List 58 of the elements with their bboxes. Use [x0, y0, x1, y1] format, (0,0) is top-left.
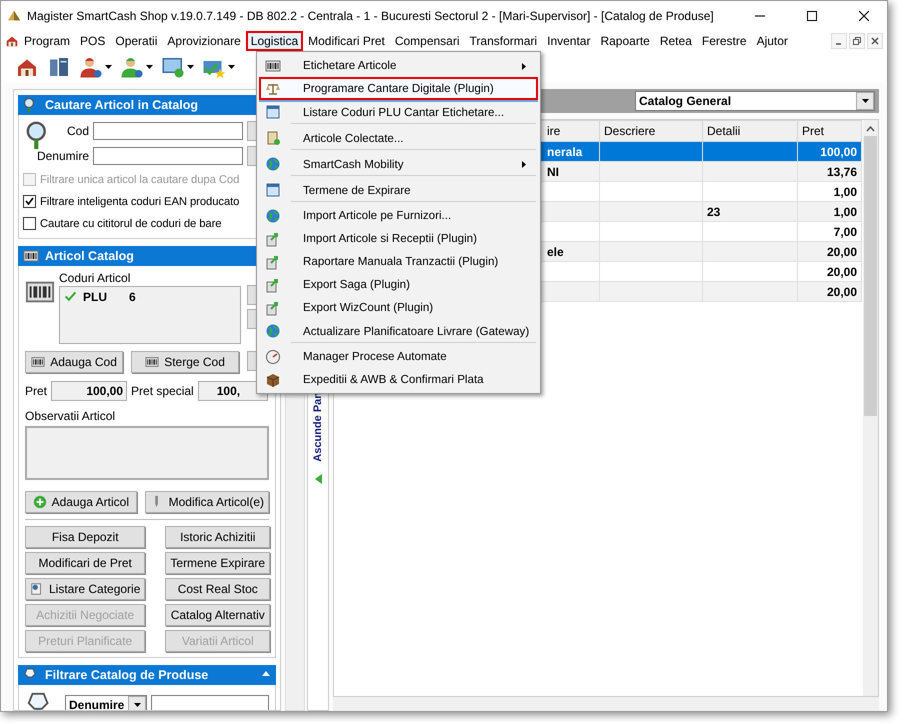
- menu-bar-item[interactable]: Operatii: [110, 31, 162, 51]
- action-button[interactable]: Fisa Depozit: [25, 526, 146, 548]
- action-button[interactable]: Cost Real Stoc: [165, 578, 270, 600]
- window-title: Magister SmartCash Shop v.19.0.7.149 - DB 802.2 - Centrala - 1 - Bucuresti Sectorul 2 - [Mari-Supervisor] - [Catalog de Produse]: [27, 9, 715, 23]
- table-cell: 20,00: [798, 282, 862, 302]
- catalog-dropdown[interactable]: Catalog General: [635, 91, 875, 111]
- table-cell: 1,00: [798, 202, 862, 222]
- menu-item[interactable]: Etichetare Articole: [259, 54, 538, 77]
- code-type: PLU: [83, 290, 108, 304]
- menu-item[interactable]: Manager Procese Automate: [259, 345, 538, 368]
- table-cell: 20,00: [798, 242, 862, 262]
- menu-bar-item[interactable]: Transformari: [464, 31, 542, 51]
- checkbox-label: Filtrare unica articol la cautare dupa Cod: [40, 174, 240, 186]
- menu-bar-item[interactable]: Retea: [654, 31, 697, 51]
- menu-item[interactable]: Export Saga (Plugin): [259, 273, 538, 296]
- menu-bar-item[interactable]: Aprovizionare: [162, 31, 246, 51]
- action-button[interactable]: Modificari de Pret: [25, 552, 146, 574]
- field-label: Cod: [66, 124, 89, 138]
- menu-bar-item[interactable]: Ajutor: [752, 31, 793, 51]
- price-field: 100,00: [51, 381, 128, 401]
- column-header[interactable]: Detalii: [702, 120, 798, 142]
- action-button[interactable]: Listare Categorie: [25, 578, 146, 600]
- code-value: 6: [129, 290, 136, 304]
- menu-bar-item[interactable]: Rapoarte: [595, 31, 655, 51]
- code-button[interactable]: Sterge Cod: [131, 351, 239, 373]
- menu-item[interactable]: Export WizCount (Plugin): [259, 296, 538, 319]
- action-button[interactable]: Catalog Alternativ: [165, 604, 270, 626]
- article-button[interactable]: Adauga Articol: [25, 491, 137, 513]
- menu-item[interactable]: Programare Cantare Digitale (Plugin): [259, 77, 538, 100]
- price-label: Pret: [25, 384, 48, 398]
- menu-bar-item[interactable]: Compensari: [390, 31, 465, 51]
- action-button[interactable]: Istoric Achizitii: [165, 526, 270, 548]
- menu-bar-item[interactable]: Program: [19, 31, 76, 51]
- panel-title: Cautare Articol in Catalog: [45, 98, 198, 112]
- field-label: Denumire: [36, 149, 89, 163]
- code-button[interactable]: Adauga Cod: [25, 351, 124, 373]
- codes-label: Coduri Articol: [59, 271, 132, 285]
- panel-title: Articol Catalog: [45, 249, 134, 263]
- table-cell: 13,76: [798, 162, 862, 182]
- column-header[interactable]: Descriere: [600, 120, 702, 142]
- menu-bar-item[interactable]: Inventar: [542, 31, 596, 51]
- article-button[interactable]: Modifica Articol(e): [144, 491, 269, 513]
- checkbox-label: Cautare cu cititorul de coduri de bare: [40, 218, 222, 230]
- table-cell: 23: [702, 202, 798, 222]
- panel-title: Filtrare Catalog de Produse: [45, 668, 208, 682]
- menu-item[interactable]: Import Articole pe Furnizori...: [259, 204, 538, 227]
- menu-bar-item[interactable]: Logistica: [246, 31, 304, 51]
- action-button[interactable]: Termene Expirare: [165, 552, 270, 574]
- menu-bar-item[interactable]: Ferestre: [696, 31, 752, 51]
- table-cell: 100,00: [798, 142, 862, 162]
- menu-bar-item[interactable]: Modificari Pret: [303, 31, 390, 51]
- notes-label: Observatii Articol: [25, 409, 116, 423]
- special-price-label: Pret special: [131, 384, 194, 398]
- menu-bar-item[interactable]: POS: [75, 31, 110, 51]
- filter-field-dropdown[interactable]: Denumire: [65, 695, 147, 710]
- checkbox-label: Filtrare inteligenta coduri EAN producato: [40, 196, 240, 208]
- column-header[interactable]: Pret: [798, 120, 862, 142]
- special-price-field: 100,: [198, 381, 268, 401]
